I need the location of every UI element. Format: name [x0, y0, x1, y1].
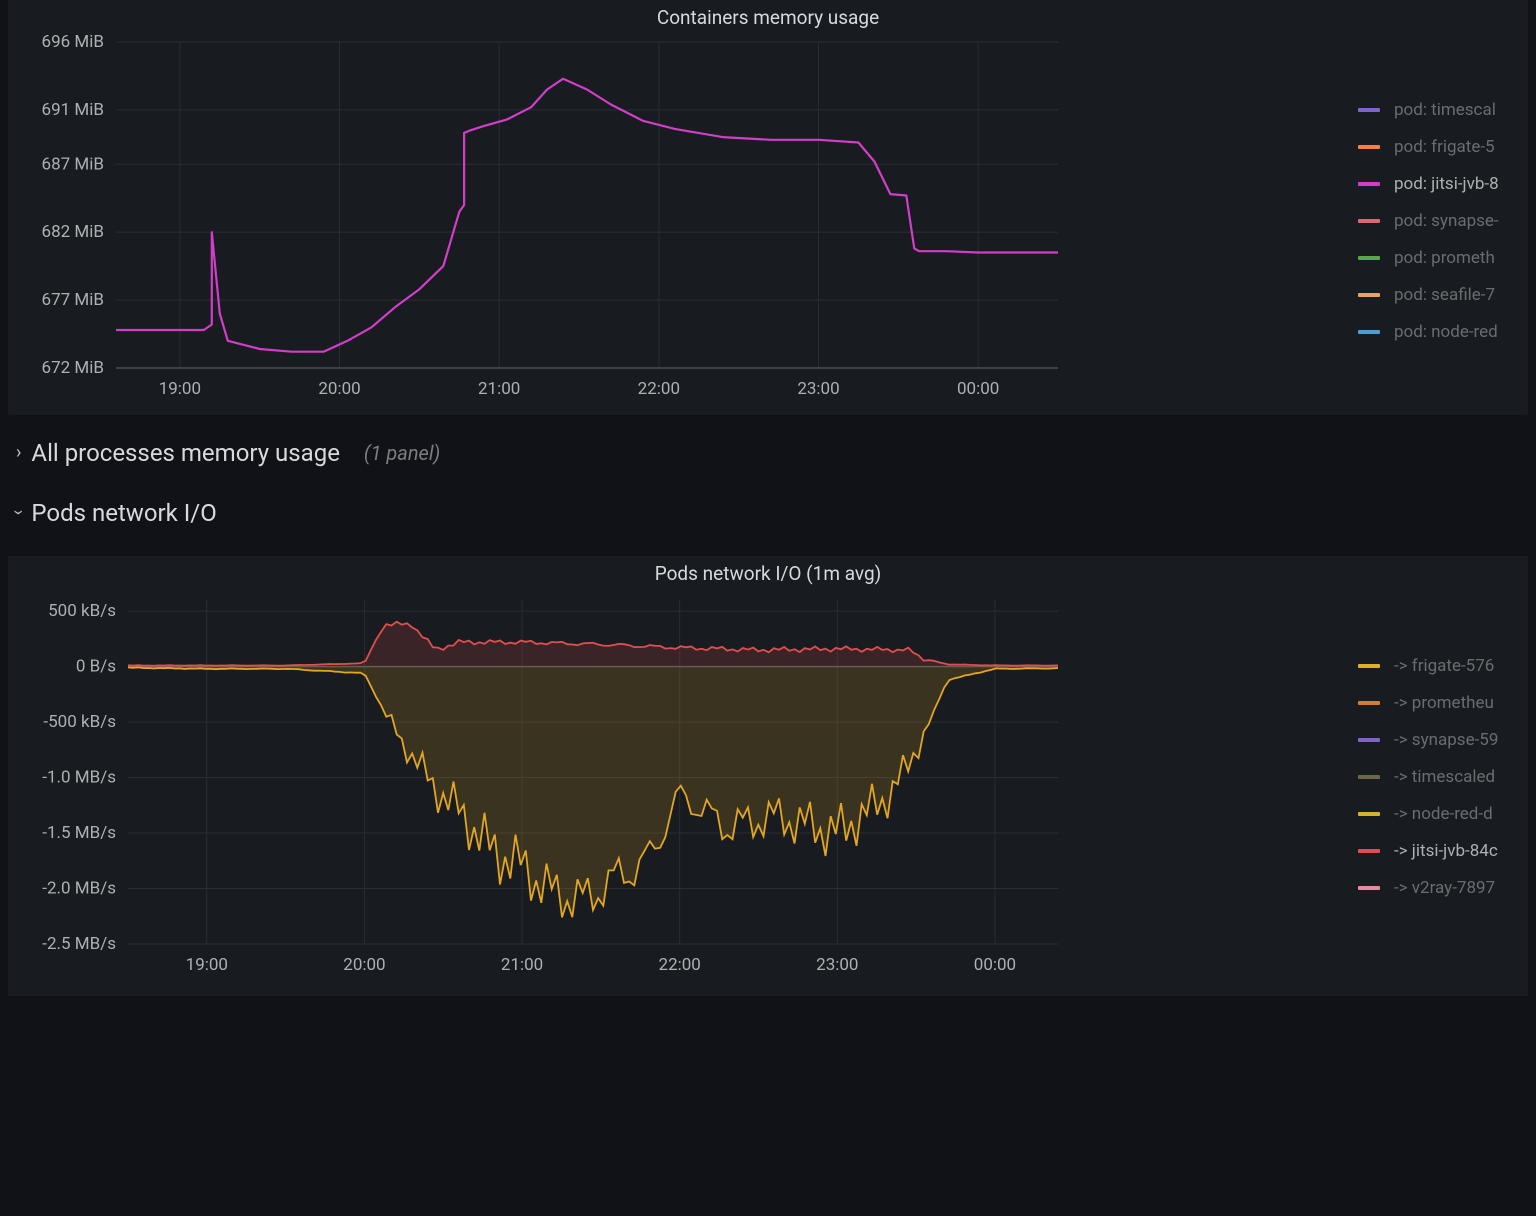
- legend-swatch: [1358, 330, 1380, 334]
- row-all-processes-memory[interactable]: › All processes memory usage (1 panel): [8, 425, 1536, 480]
- svg-text:19:00: 19:00: [186, 955, 228, 975]
- legend-label: pod: seafile-7: [1394, 285, 1495, 305]
- legend-label: -> timescaled: [1394, 767, 1495, 787]
- legend-label: -> frigate-576: [1394, 656, 1494, 676]
- legend-label: pod: frigate-5: [1394, 137, 1495, 157]
- svg-text:00:00: 00:00: [957, 379, 999, 399]
- legend-memory: pod: timescal pod: frigate-5 pod: jitsi-jv…: [1358, 100, 1528, 342]
- chart-network[interactable]: 500 kB/s 0 B/s -500 kB/s -1.0 MB/s -1.5 MB/s…: [8, 586, 1068, 986]
- panel-title: Pods network I/O (1m avg): [8, 562, 1528, 585]
- svg-text:21:00: 21:00: [501, 955, 543, 975]
- panel-pods-network-io: Pods network I/O (1m avg) 500 kB/s 0 B/s -…: [8, 556, 1528, 996]
- svg-text:691 MiB: 691 MiB: [42, 100, 104, 120]
- legend-label: -> jitsi-jvb-84c: [1394, 841, 1498, 861]
- svg-text:22:00: 22:00: [638, 379, 680, 399]
- legend-label: -> synapse-59: [1394, 730, 1498, 750]
- panel-containers-memory: Containers memory usage 696 MiB 691 MiB 68…: [8, 0, 1528, 415]
- legend-label: pod: timescal: [1394, 100, 1496, 120]
- legend-label: -> prometheu: [1394, 693, 1494, 713]
- legend-item[interactable]: pod: jitsi-jvb-8: [1358, 174, 1528, 194]
- legend-swatch: [1358, 664, 1380, 668]
- legend-label: pod: synapse-: [1394, 211, 1499, 231]
- svg-text:20:00: 20:00: [318, 379, 360, 399]
- legend-label: pod: jitsi-jvb-8: [1394, 174, 1499, 194]
- legend-swatch: [1358, 182, 1380, 186]
- svg-text:500 kB/s: 500 kB/s: [48, 601, 116, 621]
- svg-text:682 MiB: 682 MiB: [42, 222, 104, 242]
- legend-swatch: [1358, 145, 1380, 149]
- legend-swatch: [1358, 219, 1380, 223]
- legend-item[interactable]: -> v2ray-7897: [1358, 878, 1528, 898]
- legend-swatch: [1358, 256, 1380, 260]
- legend-label: -> node-red-d: [1394, 804, 1493, 824]
- svg-text:672 MiB: 672 MiB: [42, 358, 104, 378]
- svg-text:21:00: 21:00: [478, 379, 520, 399]
- svg-text:677 MiB: 677 MiB: [42, 290, 104, 310]
- legend-label: pod: prometh: [1394, 248, 1495, 268]
- svg-text:22:00: 22:00: [659, 955, 701, 975]
- row-subtitle: (1 panel): [364, 441, 440, 465]
- svg-text:-500 kB/s: -500 kB/s: [43, 712, 116, 732]
- svg-text:23:00: 23:00: [816, 955, 858, 975]
- row-pods-network-io[interactable]: › Pods network I/O: [8, 485, 1536, 540]
- row-title: All processes memory usage: [31, 439, 340, 467]
- chevron-down-icon: ›: [8, 510, 29, 515]
- svg-text:-1.5 MB/s: -1.5 MB/s: [42, 823, 116, 843]
- legend-item[interactable]: pod: frigate-5: [1358, 137, 1528, 157]
- row-title: Pods network I/O: [31, 499, 216, 527]
- svg-text:19:00: 19:00: [159, 379, 201, 399]
- legend-swatch: [1358, 812, 1380, 816]
- legend-swatch: [1358, 775, 1380, 779]
- svg-text:0 B/s: 0 B/s: [76, 657, 116, 677]
- svg-text:20:00: 20:00: [343, 955, 385, 975]
- legend-swatch: [1358, 849, 1380, 853]
- svg-text:-1.0 MB/s: -1.0 MB/s: [42, 768, 116, 788]
- legend-item[interactable]: -> synapse-59: [1358, 730, 1528, 750]
- panel-title: Containers memory usage: [8, 6, 1528, 29]
- legend-label: pod: node-red: [1394, 322, 1498, 342]
- legend-item[interactable]: -> prometheu: [1358, 693, 1528, 713]
- legend-network: -> frigate-576 -> prometheu -> synapse-59 -…: [1358, 656, 1528, 898]
- svg-text:-2.0 MB/s: -2.0 MB/s: [42, 879, 116, 899]
- legend-item[interactable]: pod: synapse-: [1358, 211, 1528, 231]
- legend-item[interactable]: -> frigate-576: [1358, 656, 1528, 676]
- legend-item[interactable]: -> jitsi-jvb-84c: [1358, 841, 1528, 861]
- legend-item[interactable]: pod: node-red: [1358, 322, 1528, 342]
- legend-swatch: [1358, 108, 1380, 112]
- legend-swatch: [1358, 738, 1380, 742]
- legend-item[interactable]: pod: prometh: [1358, 248, 1528, 268]
- svg-text:696 MiB: 696 MiB: [42, 32, 104, 52]
- legend-label: -> v2ray-7897: [1394, 878, 1495, 898]
- svg-text:23:00: 23:00: [797, 379, 839, 399]
- chart-memory[interactable]: 696 MiB 691 MiB 687 MiB 682 MiB 677 MiB 672 M…: [8, 30, 1068, 410]
- svg-text:00:00: 00:00: [974, 955, 1016, 975]
- legend-item[interactable]: pod: timescal: [1358, 100, 1528, 120]
- legend-item[interactable]: -> timescaled: [1358, 767, 1528, 787]
- chevron-right-icon: ›: [16, 442, 21, 463]
- legend-item[interactable]: -> node-red-d: [1358, 804, 1528, 824]
- legend-swatch: [1358, 886, 1380, 890]
- svg-text:687 MiB: 687 MiB: [42, 154, 104, 174]
- legend-swatch: [1358, 701, 1380, 705]
- legend-item[interactable]: pod: seafile-7: [1358, 285, 1528, 305]
- legend-swatch: [1358, 293, 1380, 297]
- svg-text:-2.5 MB/s: -2.5 MB/s: [42, 934, 116, 954]
